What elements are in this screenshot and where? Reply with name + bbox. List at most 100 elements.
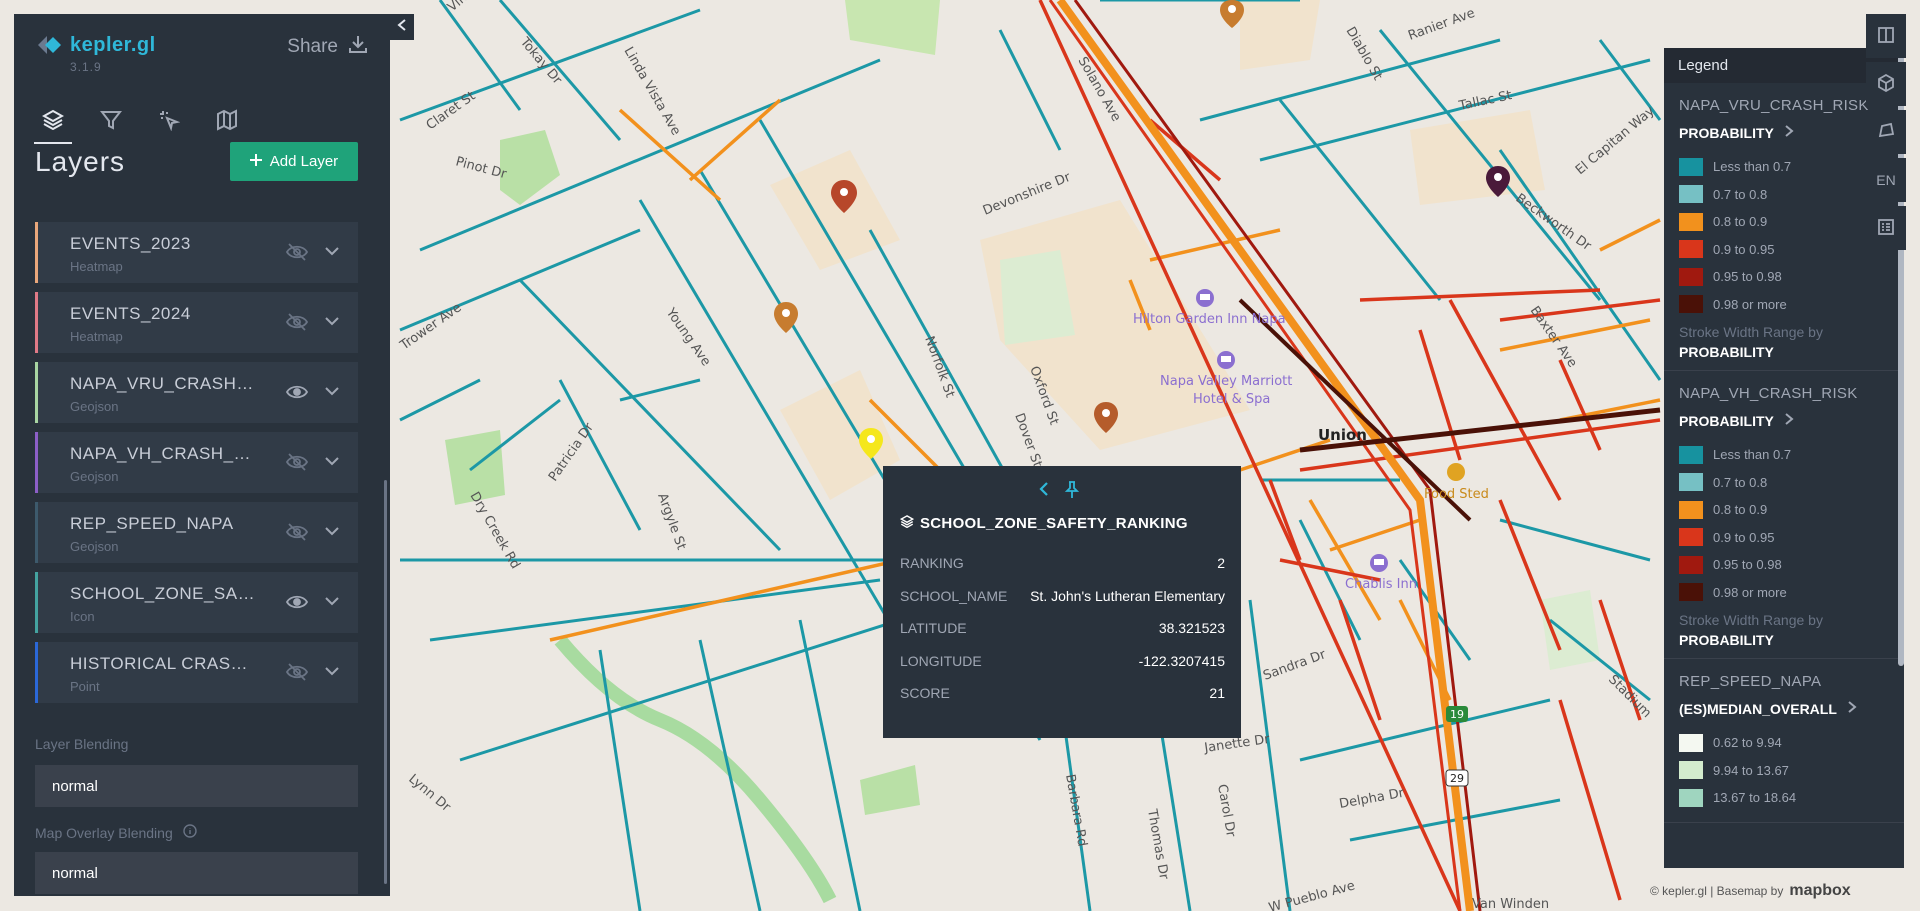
info-icon[interactable] [183,824,197,841]
split-map-button[interactable] [1866,14,1906,58]
map-icon [216,108,238,136]
legend-entry-label: 0.62 to 9.94 [1713,735,1782,751]
place-label: Union [1318,426,1367,444]
legend-swatch [1679,185,1703,204]
tooltip-value: 21 [1209,685,1225,701]
panel-scrollbar[interactable] [384,480,387,884]
legend-entry-label: 9.94 to 13.67 [1713,762,1789,778]
panel-tabs [34,100,246,144]
layer-item[interactable]: EVENTS_2024 Heatmap [35,292,358,353]
map-tooltip: SCHOOL_ZONE_SAFETY_RANKING RANKING 2 SCHOO… [883,466,1241,738]
mapbox-logo[interactable]: mapbox [1789,882,1850,900]
tab-basemap[interactable] [208,100,246,144]
legend-block: NAPA_VH_CRASH_RISK PROBABILITY Less than 0… [1664,371,1904,659]
legend-field-toggle[interactable]: (ES)MEDIAN_OVERALL [1679,700,1889,717]
locale-button[interactable]: EN [1866,158,1906,202]
layer-item[interactable]: NAPA_VH_CRASH_RISK Geojson [35,432,358,493]
eye-off-icon[interactable] [285,521,310,545]
cube-icon [1877,73,1895,95]
chevron-right-icon [1784,412,1794,429]
legend-swatch [1679,583,1703,602]
legend-entry-label: 0.98 or more [1713,584,1787,600]
chevron-down-icon[interactable] [322,311,344,333]
brand-name: kepler.gl [70,33,156,56]
add-layer-button[interactable]: Add Layer [230,142,358,181]
layer-type: Point [70,679,100,694]
chevron-down-icon[interactable] [322,451,344,473]
tooltip-key: LATITUDE [900,620,967,636]
hotel-icon [1217,351,1235,369]
tooltip-value: 38.321523 [1158,620,1225,636]
cursor-sparkle-icon [158,109,181,136]
layer-blending-select[interactable]: normal [35,765,358,807]
legend-entry: 0.8 to 0.9 [1679,208,1889,236]
share-button[interactable]: Share [287,34,368,60]
legend-entry: 0.7 to 0.8 [1679,181,1889,209]
legend-swatch [1679,212,1703,231]
eye-off-icon[interactable] [285,451,310,475]
3d-view-button[interactable] [1866,62,1906,106]
legend-block: REP_SPEED_NAPA (ES)MEDIAN_OVERALL 0.62 to … [1664,659,1904,823]
layer-type: Heatmap [70,329,123,344]
legend-swatch [1679,473,1703,492]
legend-entry-label: 0.95 to 0.98 [1713,269,1782,285]
legend-toggle-button[interactable] [1866,206,1906,250]
brand: kepler.gl [36,32,156,58]
legend-entry-label: 0.95 to 0.98 [1713,557,1782,573]
add-layer-label: Add Layer [269,153,339,170]
legend-field-toggle[interactable]: PROBABILITY [1679,124,1889,141]
highway-shield: 29 [1445,769,1469,787]
legend-entry-label: 0.8 to 0.9 [1713,214,1768,230]
legend-stroke-field: PROBABILITY [1679,632,1774,648]
layer-item[interactable]: NAPA_VRU_CRASH_RI... Geojson [35,362,358,423]
tab-interactions[interactable] [150,100,188,144]
chevron-down-icon[interactable] [322,241,344,263]
layers-icon [41,108,65,135]
draw-button[interactable] [1866,110,1906,154]
layer-item[interactable]: HISTORICAL CRASHES Point [35,642,358,703]
eye-icon[interactable] [285,381,310,405]
side-panel: kepler.gl 3.1.9 Share Layers Add Layer E… [14,14,390,896]
restaurant-icon [1447,463,1465,481]
eye-off-icon[interactable] [285,241,310,265]
layer-item[interactable]: EVENTS_2023 Heatmap [35,222,358,283]
attribution-text[interactable]: © kepler.gl | Basemap by [1650,884,1783,898]
legend-field-toggle[interactable]: PROBABILITY [1679,412,1889,429]
map-overlay-label-text: Map Overlay Blending [35,824,173,841]
eye-off-icon[interactable] [285,311,310,335]
eye-off-icon[interactable] [285,661,310,685]
layer-name: NAPA_VRU_CRASH_RI... [70,374,260,393]
layer-type: Geojson [70,469,119,484]
chevron-down-icon[interactable] [322,591,344,613]
layer-item[interactable]: SCHOOL_ZONE_SAFET... Icon [35,572,358,633]
map-overlay-blending-select[interactable]: normal [35,852,358,894]
chevron-down-icon[interactable] [322,381,344,403]
collapse-panel-button[interactable] [390,14,414,40]
legend-entry: 0.98 or more [1679,579,1889,607]
layer-name: HISTORICAL CRASHES [70,654,260,673]
tab-layers[interactable] [34,100,72,144]
highway-shield: 19 [1446,706,1468,722]
chevron-down-icon[interactable] [322,521,344,543]
pin-icon[interactable] [1064,481,1080,504]
kepler-logo-icon [36,32,62,58]
chevron-down-icon[interactable] [322,661,344,683]
plus-icon [249,153,262,170]
eye-icon[interactable] [285,591,310,615]
layer-type: Icon [70,609,95,624]
layer-item[interactable]: REP_SPEED_NAPA Geojson [35,502,358,563]
tooltip-value: -122.3207415 [1138,652,1225,669]
street-label: Van Winden [1472,897,1549,911]
hotel-icon [1196,289,1214,307]
legend-layer-name: NAPA_VH_CRASH_RISK [1679,385,1858,402]
legend-layer-name: REP_SPEED_NAPA [1679,673,1822,690]
layer-list: EVENTS_2023 Heatmap EVENTS_2024 Heatmap NAPA… [35,222,358,712]
tab-filters[interactable] [92,100,130,144]
tooltip-row: LONGITUDE -122.3207415 [900,653,1225,686]
layer-type: Geojson [70,539,119,554]
split-view-icon [1877,26,1895,47]
chevron-left-icon[interactable] [1038,481,1050,504]
legend-entry-label: 0.7 to 0.8 [1713,474,1768,490]
svg-text:29: 29 [1450,772,1464,785]
legend-entry-label: 13.67 to 18.64 [1713,790,1797,806]
